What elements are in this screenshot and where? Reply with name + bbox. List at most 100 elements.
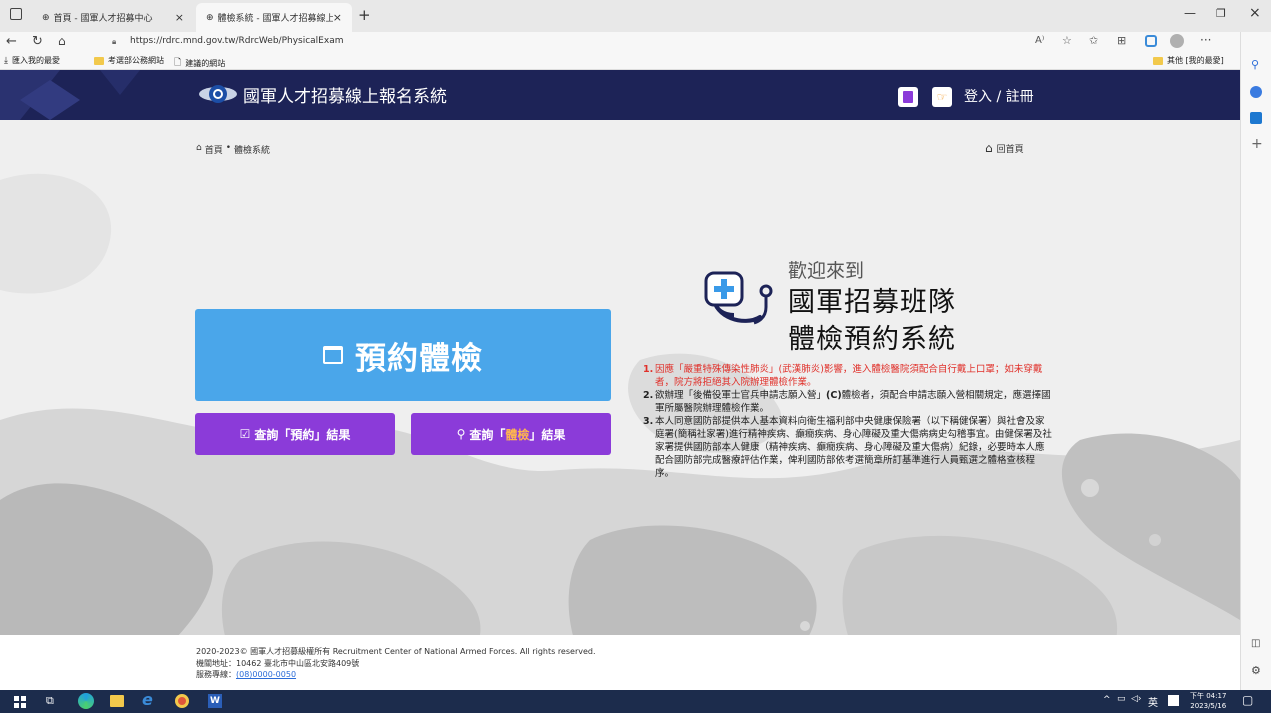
outlook-icon[interactable] xyxy=(1250,112,1262,124)
start-icon[interactable] xyxy=(14,696,26,708)
browser-tab-bar: ⊕ 首頁 - 國軍人才招募中心 × ⊕ 體檢系統 - 國軍人才招募線上報名 × … xyxy=(0,0,1271,32)
camo-background xyxy=(0,120,1240,690)
breadcrumb-current: 體檢系統 xyxy=(234,146,271,156)
close-icon[interactable]: × xyxy=(175,11,184,24)
book-exam-button[interactable]: 預約體檢 xyxy=(195,309,611,401)
login-register-link[interactable]: 登入 / 註冊 xyxy=(964,86,1034,106)
notice-text: 因應「嚴重特殊傳染性肺炎」(武漢肺炎)影響，進入體檢醫院須配合自行戴上口罩；如未… xyxy=(655,364,1043,388)
home-icon[interactable]: ⌂ xyxy=(58,34,66,48)
breadcrumb-separator: • xyxy=(225,143,232,153)
query-exam-label-post: 」結果 xyxy=(529,427,566,442)
volume-icon[interactable]: ◁› xyxy=(1131,694,1142,704)
query-exam-button[interactable]: ⚲ 查詢「 體檢 」結果 xyxy=(411,413,611,455)
query-booking-button[interactable]: ☑ 查詢「預約」結果 xyxy=(195,413,395,455)
notice-text: 欲辦理「後備役軍士官兵申請志願入營」(C)體檢者，須配合申請志願入營相關規定，應… xyxy=(655,389,1053,415)
notice-item: 3. 本人同意國防部提供本人基本資料向衛生福利部中央健康保險署（以下稱健保署）與… xyxy=(643,415,1053,480)
new-tab-icon[interactable]: + xyxy=(358,6,371,24)
lock-icon: 🔒︎ xyxy=(112,37,117,46)
collections-icon[interactable]: ⊞ xyxy=(1117,34,1126,47)
query-exam-label-pre: 查詢「 xyxy=(469,427,506,442)
folder-icon xyxy=(1153,56,1163,65)
favorites-bar: ⤓ 匯入我的最愛 考選部公務網站 🗋︎ 建議的網站 其他 [我的最愛] xyxy=(0,52,1240,70)
restore-icon[interactable]: ❐ xyxy=(1216,7,1226,20)
other-favorites[interactable]: 其他 [我的最愛] xyxy=(1153,55,1224,66)
settings-icon[interactable]: ⚙ xyxy=(1251,664,1261,677)
edge-sidebar: ⚲ + ◫ ⚙ xyxy=(1240,32,1271,690)
notice-number: 1. xyxy=(643,364,654,375)
favorite-label: 考選部公務網站 xyxy=(108,56,164,65)
stethoscope-icon xyxy=(704,271,773,325)
phone-label: 服務專線： xyxy=(196,670,236,679)
notice-text-bold: (C) xyxy=(826,390,842,401)
input-method-icon[interactable] xyxy=(1168,695,1179,706)
favorite-label: 建議的網站 xyxy=(185,58,226,68)
welcome-text: 歡迎來到 xyxy=(788,260,865,282)
phone-link[interactable]: (08)0000-0050 xyxy=(236,670,296,679)
emblem-logo[interactable] xyxy=(198,78,238,110)
query-exam-label-highlight: 體檢 xyxy=(505,427,530,442)
globe-icon: ⊕ xyxy=(42,12,50,23)
edge-ext-icon[interactable] xyxy=(1145,35,1157,47)
favorites-icon[interactable]: ✩ xyxy=(1089,34,1098,47)
network-icon[interactable]: ▭ xyxy=(1117,694,1126,704)
notice-item: 1. 因應「嚴重特殊傳染性肺炎」(武漢肺炎)影響，進入體檢醫院須配合自行戴上口罩… xyxy=(643,363,1053,389)
windows-taskbar: ⧉ e W ^ ▭ ◁› 英 下午 04:17 2023/5/16 ▢ xyxy=(0,690,1271,713)
breadcrumb: ⌂ 首頁 • 體檢系統 xyxy=(196,143,270,156)
login-hand-icon[interactable]: ☞ xyxy=(932,87,952,107)
page-icon: 🗋︎ xyxy=(174,58,182,68)
back-home-link[interactable]: ⌂ 回首頁 xyxy=(985,141,1024,155)
calendar-icon xyxy=(323,346,343,364)
folder-icon xyxy=(94,56,104,65)
tab-title: 體檢系統 - 國軍人才招募線上報名 xyxy=(217,14,333,24)
file-explorer-icon[interactable] xyxy=(110,695,124,707)
clock-date: 2023/5/16 xyxy=(1190,702,1227,710)
browser-tab-2[interactable]: ⊕ 體檢系統 - 國軍人才招募線上報名 × xyxy=(196,3,352,32)
refresh-icon[interactable]: ↻ xyxy=(32,34,43,49)
profile-icon[interactable] xyxy=(1170,34,1184,48)
import-icon: ⤓ xyxy=(4,55,8,66)
minimize-icon[interactable]: — xyxy=(1184,6,1196,20)
notification-icon[interactable]: ▢ xyxy=(1242,693,1253,707)
browser-tab-1[interactable]: ⊕ 首頁 - 國軍人才招募中心 × xyxy=(32,3,194,32)
shopping-icon[interactable] xyxy=(1250,86,1262,98)
more-icon[interactable]: ··· xyxy=(1200,33,1211,47)
address-text: 機關地址：10462 臺北市中山區北安路409號 xyxy=(196,659,360,668)
favorite-suggested[interactable]: 🗋︎ 建議的網站 xyxy=(174,55,225,71)
chrome-icon[interactable] xyxy=(175,694,189,708)
url-field[interactable]: https://rdrc.mnd.gov.tw/RdrcWeb/Physical… xyxy=(130,36,343,46)
notice-text: 本人同意國防部提供本人基本資料向衛生福利部中央健康保險署（以下稱健保署）與社會及… xyxy=(655,416,1052,479)
favorite-import[interactable]: ⤓ 匯入我的最愛 xyxy=(4,55,60,66)
copyright-text: 2020-2023© 國軍人才招募級權所有 Recruitment Center… xyxy=(196,647,596,656)
tab-actions-icon[interactable] xyxy=(10,8,22,20)
hero-title-line1: 國軍招募班隊 xyxy=(788,287,956,318)
favorite-exam-site[interactable]: 考選部公務網站 xyxy=(94,55,164,66)
navbar-pattern xyxy=(0,70,140,120)
hero-title-line2: 體檢預約系統 xyxy=(788,324,956,355)
add-icon[interactable]: + xyxy=(1251,136,1263,152)
add-favorite-icon[interactable]: ☆ xyxy=(1062,34,1072,47)
sidebar-toggle-icon[interactable]: ◫ xyxy=(1251,638,1260,649)
tab-title: 首頁 - 國軍人才招募中心 xyxy=(53,14,153,24)
home-icon: ⌂ xyxy=(196,143,202,153)
task-view-icon[interactable]: ⧉ xyxy=(46,694,54,708)
search-icon[interactable]: ⚲ xyxy=(1251,58,1259,71)
clock-time: 下午 04:17 xyxy=(1190,692,1227,700)
notice-text-part: 欲辦理「後備役軍士官兵申請志願入營」 xyxy=(655,390,827,401)
clock[interactable]: 下午 04:17 2023/5/16 xyxy=(1190,691,1226,711)
id-card-icon[interactable] xyxy=(898,87,918,107)
edge-taskbar-icon[interactable] xyxy=(78,693,94,709)
read-aloud-icon[interactable]: A⁾ xyxy=(1035,35,1044,46)
close-icon[interactable]: × xyxy=(333,11,342,24)
word-icon[interactable]: W xyxy=(208,694,222,708)
ime-indicator[interactable]: 英 xyxy=(1148,694,1158,709)
back-home-label: 回首頁 xyxy=(996,144,1024,155)
breadcrumb-home[interactable]: 首頁 xyxy=(205,143,223,156)
site-footer: 2020-2023© 國軍人才招募級權所有 Recruitment Center… xyxy=(0,635,1240,690)
site-title[interactable]: 國軍人才招募線上報名系統 xyxy=(243,82,447,107)
window-close-icon[interactable]: × xyxy=(1249,5,1261,21)
web-page: 國軍人才招募線上報名系統 ☞ 登入 / 註冊 ⌂ 首頁 • 體檢系統 ⌂ 回首頁… xyxy=(0,70,1240,690)
back-icon[interactable]: ← xyxy=(6,34,17,49)
tray-chevron-icon[interactable]: ^ xyxy=(1103,695,1111,705)
notice-item: 2. 欲辦理「後備役軍士官兵申請志願入營」(C)體檢者，須配合申請志願入營相關規… xyxy=(643,389,1053,415)
ie-icon[interactable]: e xyxy=(142,690,153,709)
